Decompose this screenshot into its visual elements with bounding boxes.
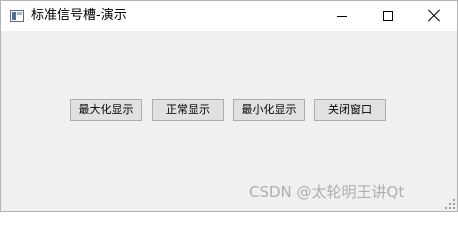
- close-icon: [428, 10, 440, 22]
- window-icon-pane-secondary: [17, 12, 22, 15]
- close-button[interactable]: [411, 1, 457, 31]
- minimize-icon: [337, 16, 347, 17]
- main-window: 标准信号槽-演示 最大化显示 正常显示 最小化显示 关闭窗口 CSDN @太轮明…: [0, 0, 458, 212]
- minimize-window-button[interactable]: 最小化显示: [233, 99, 305, 121]
- minimize-button[interactable]: [319, 1, 365, 31]
- maximize-window-button[interactable]: 最大化显示: [70, 99, 142, 121]
- resize-grip-icon[interactable]: [445, 199, 455, 209]
- maximize-icon: [383, 11, 393, 21]
- window-title: 标准信号槽-演示: [31, 8, 127, 23]
- window-icon-pane: [12, 12, 16, 20]
- maximize-button[interactable]: [365, 1, 411, 31]
- normal-window-button[interactable]: 正常显示: [152, 99, 224, 121]
- title-bar[interactable]: 标准信号槽-演示: [1, 1, 457, 31]
- window-icon[interactable]: [10, 10, 24, 22]
- watermark-text: CSDN @太轮明王讲Qt: [249, 183, 405, 201]
- close-window-button[interactable]: 关闭窗口: [314, 99, 386, 121]
